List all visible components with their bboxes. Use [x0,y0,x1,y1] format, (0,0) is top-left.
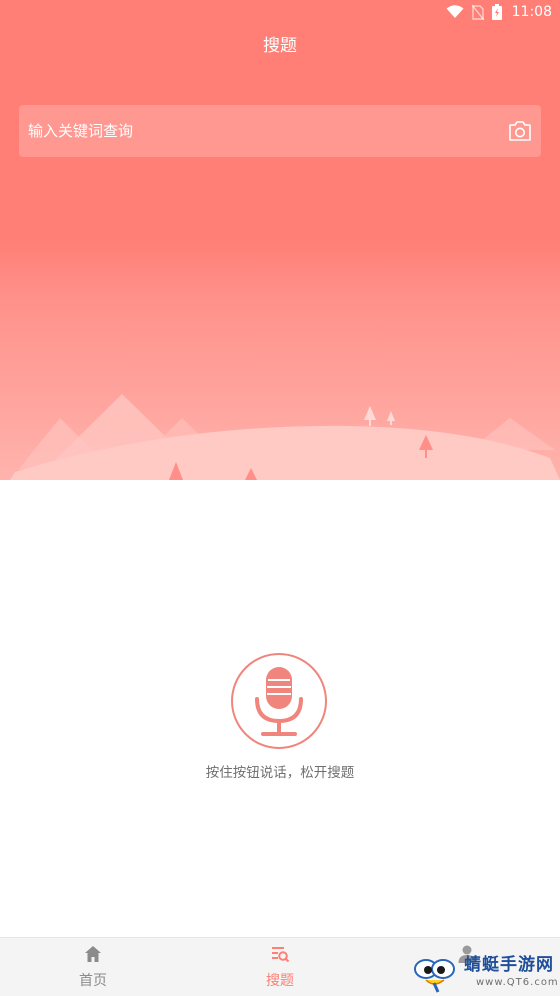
tab-home[interactable]: 首页 [33,938,153,996]
status-icons [446,4,502,20]
tab-search-label: 搜题 [266,973,294,989]
status-time: 11:08 [511,4,552,20]
header-hero: 11:08 搜题 [0,0,560,480]
search-box[interactable] [19,105,541,157]
battery-charging-icon [492,4,502,20]
tab-search[interactable]: 搜题 [220,938,340,996]
search-input[interactable] [28,105,488,157]
tab-home-label: 首页 [79,973,107,989]
home-icon [85,946,101,962]
landscape-illustration [10,394,560,480]
voice-hint: 按住按钮说话，松开搜题 [205,765,355,781]
no-sim-icon [472,4,484,20]
wifi-icon [446,5,464,18]
dragonfly-logo-icon [414,959,455,993]
search-list-icon [272,947,290,963]
status-bar: 11:08 [0,0,560,26]
page-title: 搜题 [263,36,297,56]
watermark-subtext: www.QT6.com [476,977,559,988]
microphone-button[interactable] [231,653,327,749]
watermark: 蜻蜓手游网 www.QT6.com [412,952,560,995]
watermark-text: 蜻蜓手游网 [464,955,554,975]
camera-icon[interactable] [508,120,532,142]
